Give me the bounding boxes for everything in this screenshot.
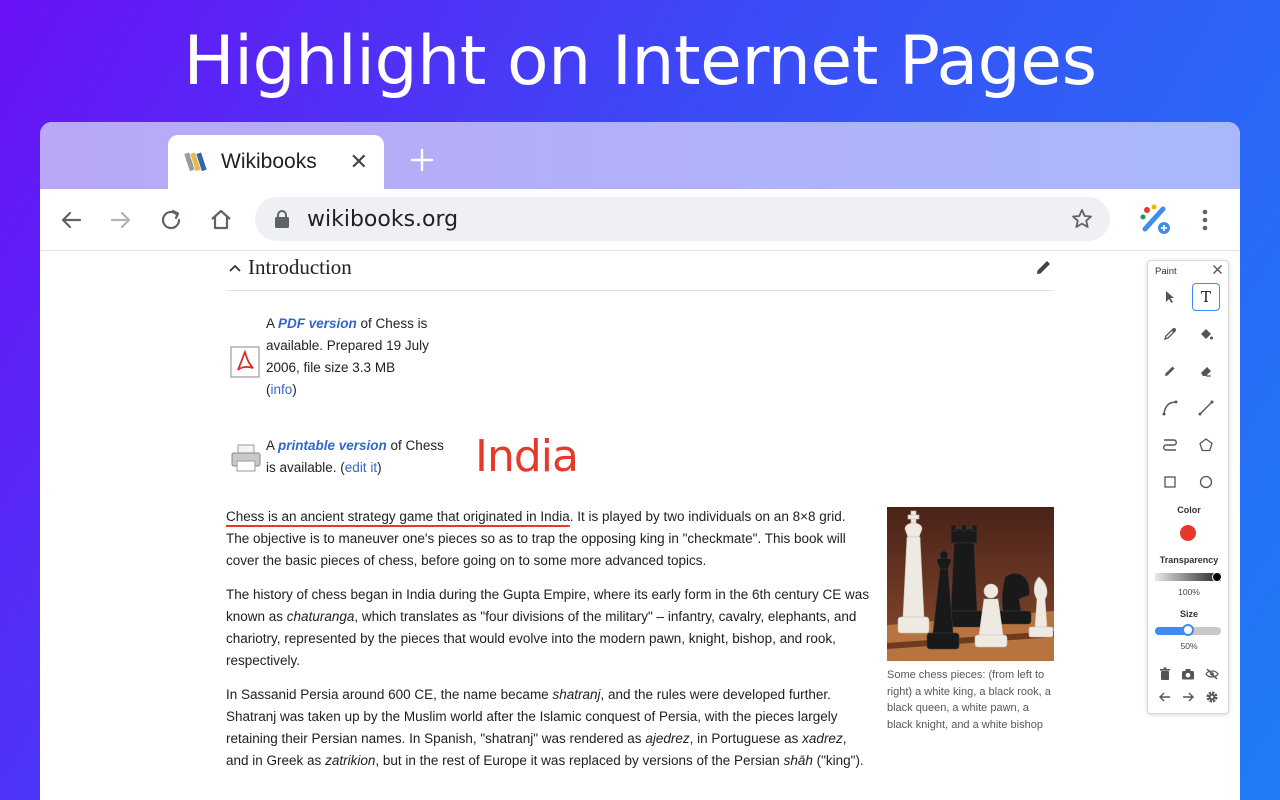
undo-arrow-icon[interactable]: [1158, 690, 1172, 704]
rectangle-tool-button[interactable]: [1156, 468, 1184, 496]
printable-notice-text: A printable version of Chess is availabl…: [266, 438, 444, 475]
select-tool-button[interactable]: [1156, 283, 1184, 311]
url-text[interactable]: wikibooks.org: [307, 207, 458, 232]
pdf-file-icon: [230, 346, 260, 378]
reload-icon[interactable]: [156, 205, 186, 235]
ellipse-tool-button[interactable]: [1192, 468, 1220, 496]
promo-headline: Highlight on Internet Pages: [183, 22, 1097, 101]
text-tool-button[interactable]: T: [1192, 283, 1220, 311]
forward-arrow-icon[interactable]: [106, 205, 136, 235]
page-content: Introduction A PDF version of Chess is a…: [40, 251, 1240, 800]
paint-panel-title: Paint: [1155, 266, 1177, 277]
text-annotation[interactable]: India: [475, 431, 579, 482]
fill-bucket-tool-button[interactable]: [1192, 320, 1220, 348]
transparency-slider-handle[interactable]: [1212, 572, 1222, 582]
size-value: 50%: [1180, 641, 1198, 651]
polygon-tool-button[interactable]: [1192, 431, 1220, 459]
pencil-icon: [1165, 366, 1175, 376]
rectangle-icon: [1164, 476, 1176, 488]
paint-bucket-icon: [1201, 329, 1213, 340]
pdf-version-link[interactable]: PDF version: [278, 316, 357, 331]
pentagon-icon: [1199, 438, 1213, 452]
color-label: Color: [1177, 505, 1201, 515]
section-header[interactable]: Introduction: [226, 251, 1054, 291]
browser-window: Wikibooks ✕ wikibooks.org Introduction A…: [40, 122, 1240, 800]
color-swatch[interactable]: [1180, 525, 1196, 541]
circle-icon: [1199, 475, 1213, 489]
line-icon: [1198, 400, 1214, 416]
curve-icon: [1162, 400, 1178, 416]
text-tool-label: T: [1200, 288, 1211, 306]
back-arrow-icon[interactable]: [56, 205, 86, 235]
trash-icon[interactable]: [1158, 667, 1172, 681]
paragraph-persia: In Sassanid Persia around 600 CE, the na…: [226, 687, 864, 768]
polyline-icon: [1163, 439, 1177, 451]
home-icon[interactable]: [206, 205, 236, 235]
pencil-tool-button[interactable]: [1156, 357, 1184, 385]
browser-toolbar: wikibooks.org: [40, 189, 1240, 251]
paragraph-intro: Chess is an ancient strategy game that o…: [226, 509, 846, 568]
curve-tool-button[interactable]: [1156, 394, 1184, 422]
figure-caption: Some chess pieces: (from left to right) …: [887, 669, 1051, 731]
section-title: Introduction: [248, 255, 352, 279]
new-tab-plus-icon[interactable]: [408, 146, 436, 174]
line-tool-button[interactable]: [1192, 394, 1220, 422]
paint-panel: Paint T Color Transparency 100% Size 50%: [1147, 260, 1229, 714]
size-label: Size: [1179, 609, 1198, 619]
pdf-notice-text: A PDF version of Chess is available. Pre…: [266, 316, 429, 397]
eraser-icon: [1201, 367, 1211, 377]
printable-version-link[interactable]: printable version: [278, 438, 387, 453]
printer-icon: [231, 444, 261, 472]
tab-strip: Wikibooks ✕: [40, 122, 1240, 189]
chess-figure: Some chess pieces: (from left to right) …: [887, 507, 1054, 733]
tab-title: Wikibooks: [221, 150, 317, 173]
edit-it-link[interactable]: edit it: [345, 460, 377, 475]
address-bar[interactable]: wikibooks.org: [255, 197, 1110, 241]
tab-wikibooks[interactable]: Wikibooks ✕: [168, 135, 384, 189]
paint-extension-icon[interactable]: [1137, 201, 1173, 237]
camera-icon[interactable]: [1181, 667, 1195, 681]
bookmark-star-icon[interactable]: [1070, 207, 1094, 231]
tab-close-icon[interactable]: ✕: [350, 149, 368, 175]
chess-pieces-image[interactable]: [887, 507, 1054, 661]
eyedropper-tool-button[interactable]: [1156, 320, 1184, 348]
hide-eye-icon[interactable]: [1205, 667, 1219, 681]
kebab-menu-icon[interactable]: [1195, 205, 1215, 235]
gear-icon[interactable]: [1205, 690, 1219, 704]
info-link[interactable]: info: [271, 382, 293, 397]
chevron-up-icon[interactable]: [226, 259, 244, 277]
redo-arrow-icon[interactable]: [1181, 690, 1195, 704]
pencil-edit-icon[interactable]: [1034, 257, 1054, 277]
size-slider-handle[interactable]: [1182, 624, 1194, 636]
wikibooks-favicon-icon: [184, 152, 207, 172]
highlighted-sentence: Chess is an ancient strategy game that o…: [226, 509, 570, 524]
transparency-label: Transparency: [1159, 555, 1219, 565]
paragraph-history: The history of chess began in India duri…: [226, 587, 870, 668]
eraser-tool-button[interactable]: [1192, 357, 1220, 385]
cursor-arrow-icon: [1166, 291, 1174, 303]
eyedropper-icon: [1163, 328, 1176, 341]
polyline-tool-button[interactable]: [1156, 431, 1184, 459]
transparency-value: 100%: [1178, 587, 1200, 597]
close-icon[interactable]: [1212, 264, 1223, 275]
lock-icon: [275, 210, 289, 228]
